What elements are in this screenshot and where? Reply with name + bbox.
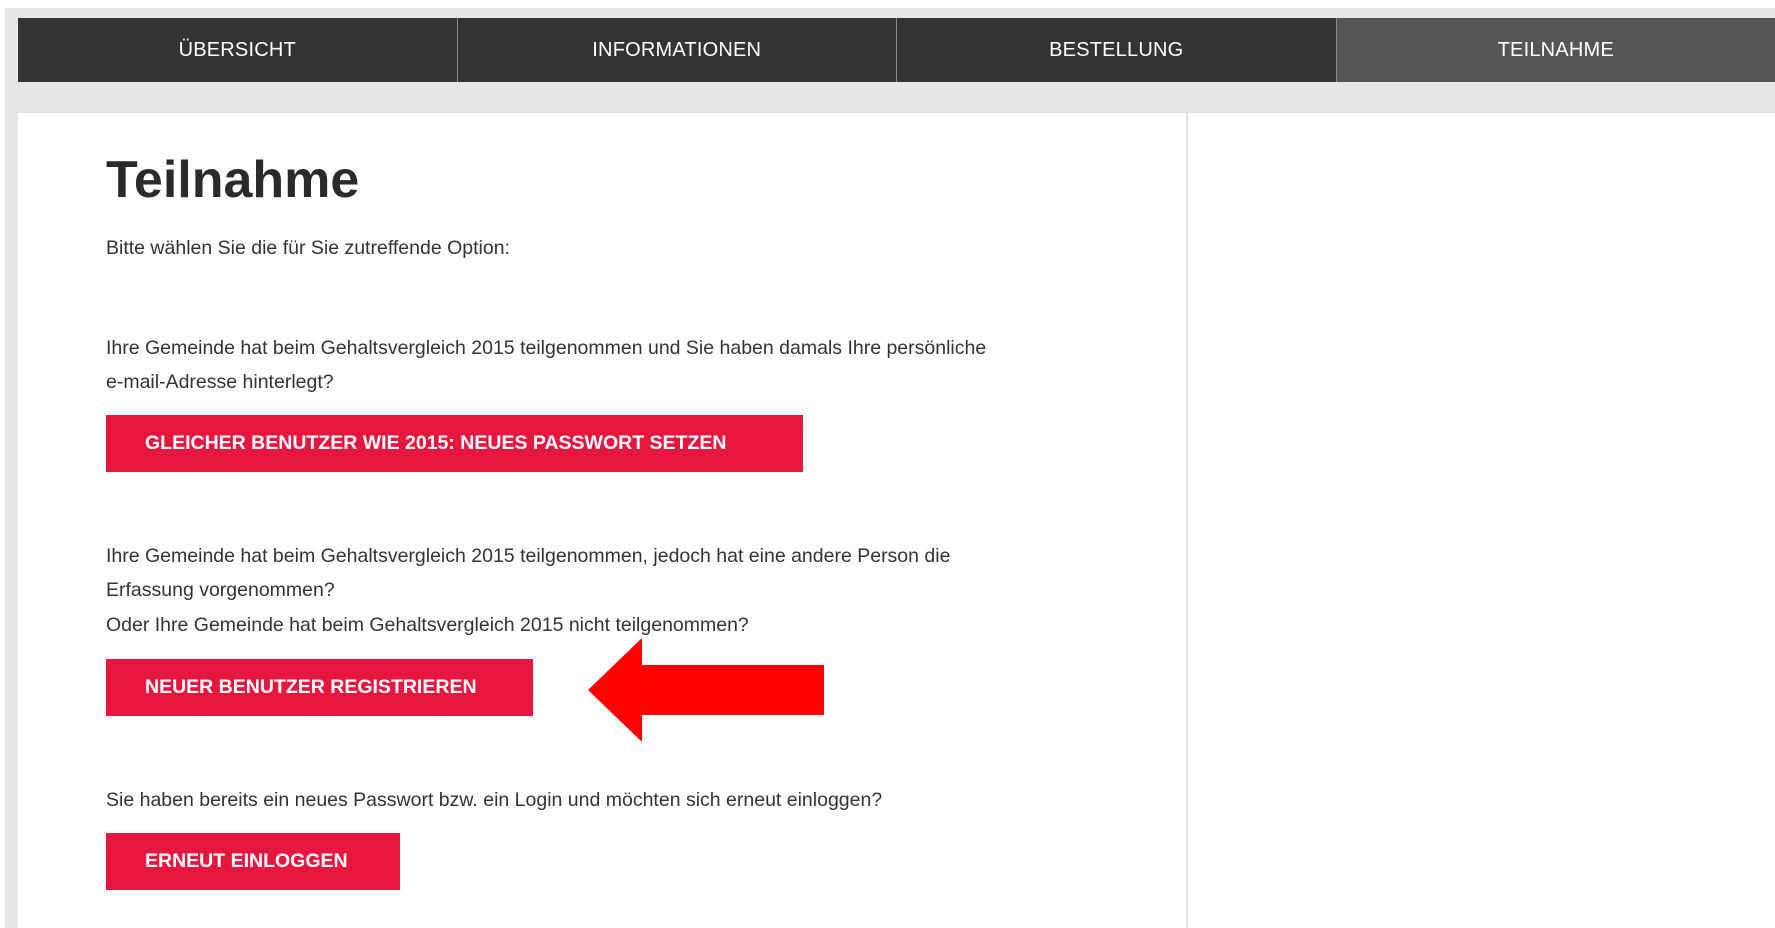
top-navigation: ÜBERSICHT INFORMATIONEN BESTELLUNG TEILN… [18,18,1775,82]
option2-text-line3: Oder Ihre Gemeinde hat beim Gehaltsvergl… [106,614,749,636]
login-again-button[interactable]: ERNEUT EINLOGGEN [106,833,400,890]
left-arrow-shape [588,638,824,742]
page-title: Teilnahme [106,151,360,209]
page-frame: ÜBERSICHT INFORMATIONEN BESTELLUNG TEILN… [0,0,1775,928]
register-new-user-button[interactable]: NEUER BENUTZER REGISTRIEREN [106,659,533,716]
left-arrow-icon [588,638,824,742]
sidebar-panel [1187,113,1775,928]
option2-text-line1: Ihre Gemeinde hat beim Gehaltsvergleich … [106,545,951,567]
nav-tab-informationen[interactable]: INFORMATIONEN [458,18,897,82]
nav-tab-uebersicht[interactable]: ÜBERSICHT [18,18,458,82]
option3-text-line1: Sie haben bereits ein neues Passwort bzw… [106,789,883,811]
nav-tab-teilnahme[interactable]: TEILNAHME [1336,18,1775,82]
option2-text-line2: Erfassung vorgenommen? [106,579,335,601]
intro-text: Bitte wählen Sie die für Sie zutreffende… [106,237,510,259]
option1-text-line2: e-mail-Adresse hinterlegt? [106,371,334,393]
nav-tab-bestellung[interactable]: BESTELLUNG [897,18,1337,82]
option1-text-line1: Ihre Gemeinde hat beim Gehaltsvergleich … [106,337,987,359]
reset-password-button[interactable]: GLEICHER BENUTZER WIE 2015: NEUES PASSWO… [106,415,803,472]
